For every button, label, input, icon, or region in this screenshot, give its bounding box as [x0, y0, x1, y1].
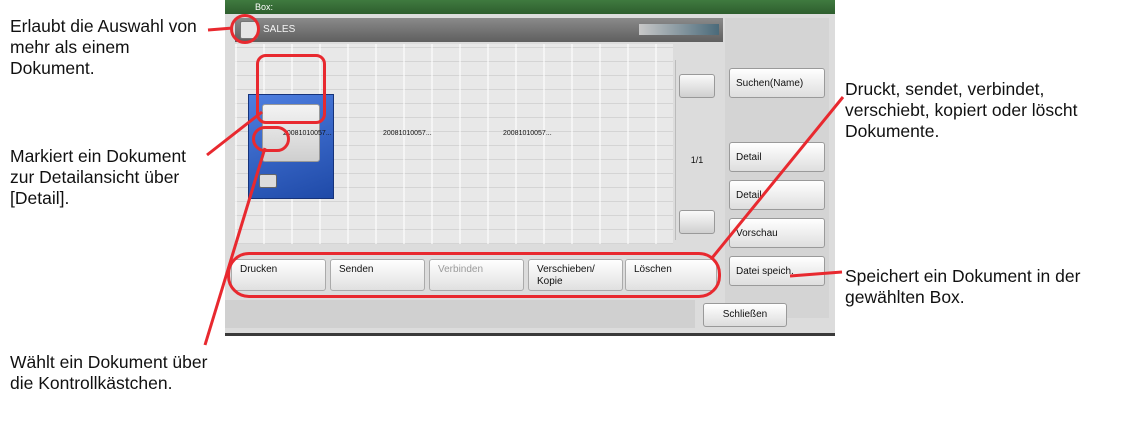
- line-mark-detail: [206, 110, 263, 157]
- line-checkbox-select: [203, 147, 267, 346]
- callout-lines: [203, 26, 845, 346]
- line-save-document: [789, 270, 843, 278]
- line-actions: [710, 96, 845, 259]
- line-select-multiple: [207, 26, 234, 32]
